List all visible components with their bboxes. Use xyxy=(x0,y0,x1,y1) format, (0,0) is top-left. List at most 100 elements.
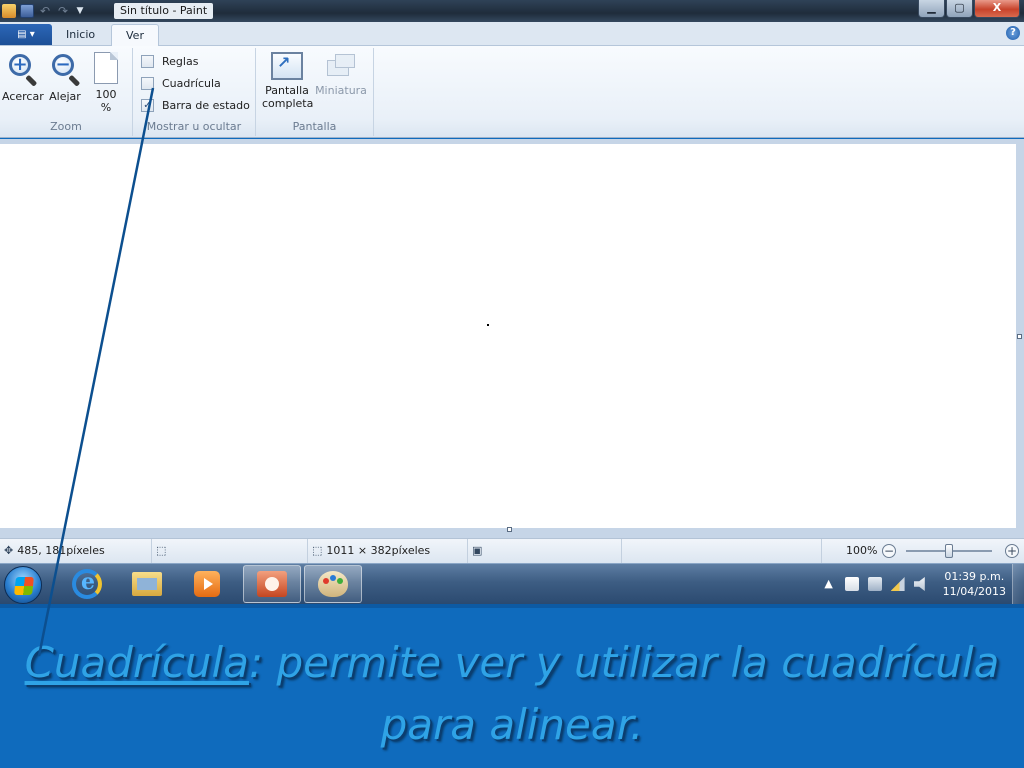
status-empty-panel xyxy=(622,539,822,563)
caption-separator: : xyxy=(248,638,264,687)
zoom-in-small-button[interactable]: + xyxy=(1005,544,1019,558)
group-show-hide: Reglas Cuadrícula ✓ Barra de estado Most… xyxy=(133,48,256,136)
zoom-out-button[interactable]: − Alejar xyxy=(46,52,84,103)
redo-icon[interactable]: ↷ xyxy=(56,4,70,18)
thumbnail-label: Miniatura xyxy=(315,84,367,97)
show-desktop-button[interactable] xyxy=(1012,564,1024,604)
status-selection-size: ⬚ xyxy=(152,539,308,563)
undo-icon[interactable]: ↶ xyxy=(38,4,52,18)
selection-size-icon: ⬚ xyxy=(156,544,167,557)
customize-dropdown-icon[interactable]: ▼ xyxy=(74,6,86,16)
network-icon[interactable] xyxy=(867,577,882,591)
zoom-level-text: 100% xyxy=(846,544,878,557)
group-screen: ↗ Pantalla completa Miniatura Pantalla xyxy=(256,48,374,136)
paint-app-icon[interactable] xyxy=(2,4,16,18)
status-file-size: ▣ xyxy=(468,539,622,563)
tab-inicio[interactable]: Inicio xyxy=(52,24,109,46)
clock-time: 01:39 p.m. xyxy=(944,570,1005,583)
minimize-button[interactable]: ▁ xyxy=(918,0,945,18)
window-controls: ▁ ▢ X xyxy=(918,0,1020,18)
taskbar-internet-explorer[interactable] xyxy=(58,565,116,603)
checkbox-cuadricula[interactable]: Cuadrícula xyxy=(141,77,221,90)
taskbar-powerpoint[interactable] xyxy=(243,565,301,603)
barra-de-estado-checkbox-box[interactable]: ✓ xyxy=(141,99,154,112)
actual-size-icon xyxy=(94,52,118,84)
slide-caption-area: Cuadrícula: permite ver y utilizar la cu… xyxy=(0,604,1024,768)
status-bar: ✥ 485, 181píxeles ⬚ ⬚ 1011 × 382píxeles ▣ … xyxy=(0,538,1024,563)
start-button[interactable] xyxy=(4,566,42,604)
file-size-icon: ▣ xyxy=(472,544,483,557)
volume-muted-icon[interactable] xyxy=(913,577,925,591)
taskbar-clock[interactable]: 01:39 p.m. 11/04/2013 xyxy=(943,569,1006,599)
actual-size-button[interactable]: 100 % xyxy=(90,52,122,114)
taskbar-media-player[interactable] xyxy=(178,565,236,603)
clock-date: 11/04/2013 xyxy=(942,585,1006,598)
tab-ver[interactable]: Ver xyxy=(111,24,159,46)
zoom-out-small-button[interactable]: − xyxy=(882,544,896,558)
ribbon-tab-row: ▤ ▾ Inicio Ver ? xyxy=(0,22,1024,46)
actual-size-label-line2: % xyxy=(100,101,112,114)
maximize-button[interactable]: ▢ xyxy=(946,0,973,18)
quick-access-toolbar: ↶ ↷ ▼ xyxy=(0,2,86,20)
save-icon[interactable] xyxy=(20,4,34,18)
window-titlebar[interactable]: ↶ ↷ ▼ Sin título - Paint ▁ ▢ X xyxy=(0,0,1024,22)
checkbox-reglas[interactable]: Reglas xyxy=(141,55,198,68)
windows-logo-icon xyxy=(14,577,34,595)
reglas-checkbox-box[interactable] xyxy=(141,55,154,68)
cursor-position-text: 485, 181píxeles xyxy=(17,544,105,557)
image-size-text: 1011 × 382píxeles xyxy=(326,544,431,557)
status-image-size: ⬚ 1011 × 382píxeles xyxy=(308,539,468,563)
help-icon[interactable]: ? xyxy=(1006,26,1020,40)
internet-explorer-icon xyxy=(72,569,102,599)
canvas-resize-handle-right[interactable] xyxy=(1017,334,1022,339)
caption-term: Cuadrícula xyxy=(24,638,249,687)
group-zoom-label: Zoom xyxy=(50,120,82,133)
thumbnail-icon xyxy=(325,52,357,80)
group-show-hide-label: Mostrar u ocultar xyxy=(146,120,242,133)
caption-description: permite ver y utilizar la cuadrícula par… xyxy=(263,638,1000,749)
window-title: Sin título - Paint xyxy=(114,3,214,19)
zoom-out-icon: − xyxy=(50,52,81,87)
group-screen-label: Pantalla xyxy=(292,120,337,133)
canvas-resize-handle-bottom[interactable] xyxy=(507,527,512,532)
paint-menu-button[interactable]: ▤ ▾ xyxy=(0,24,52,45)
fullscreen-label-line2: completa xyxy=(262,97,314,110)
actual-size-label-line1: 100 xyxy=(95,88,117,101)
image-size-icon: ⬚ xyxy=(312,544,323,557)
thumbnail-button[interactable]: Miniatura xyxy=(314,52,368,97)
canvas-pixel-dot xyxy=(487,324,489,326)
drawing-canvas[interactable] xyxy=(0,144,1016,528)
fullscreen-button[interactable]: ↗ Pantalla completa xyxy=(262,52,314,110)
zoom-slider-thumb[interactable] xyxy=(945,544,953,558)
group-zoom: + Acercar − Alejar 100 % Zoom xyxy=(0,48,133,136)
fullscreen-label-line1: Pantalla xyxy=(265,84,309,97)
slide-caption: Cuadrícula: permite ver y utilizar la cu… xyxy=(0,632,1024,756)
status-cursor-position: ✥ 485, 181píxeles xyxy=(0,539,152,563)
action-center-flag-icon[interactable] xyxy=(844,577,859,591)
signal-strength-icon[interactable] xyxy=(890,577,905,591)
cuadricula-checkbox-box[interactable] xyxy=(141,77,154,90)
reglas-label: Reglas xyxy=(162,55,199,68)
status-zoom: 100% − + xyxy=(822,539,1024,563)
cuadricula-label: Cuadrícula xyxy=(162,77,221,90)
show-hidden-icons-icon[interactable]: ▲ xyxy=(822,577,836,591)
fullscreen-icon: ↗ xyxy=(271,52,303,80)
barra-de-estado-label: Barra de estado xyxy=(162,99,250,112)
system-tray: ▲ 01:39 p.m. 11/04/2013 xyxy=(822,564,1008,604)
paint-palette-icon xyxy=(318,571,348,597)
taskbar-paint[interactable] xyxy=(304,565,362,603)
cursor-position-icon: ✥ xyxy=(4,544,14,557)
zoom-in-icon: + xyxy=(7,52,38,87)
zoom-out-label: Alejar xyxy=(49,90,81,103)
close-button[interactable]: X xyxy=(974,0,1020,18)
taskbar-windows-explorer[interactable] xyxy=(118,565,176,603)
taskbar: ▲ 01:39 p.m. 11/04/2013 xyxy=(0,563,1024,604)
folder-icon xyxy=(132,572,162,596)
ribbon-panel: + Acercar − Alejar 100 % Zoom Reglas Cua… xyxy=(0,46,1024,138)
media-player-icon xyxy=(194,571,220,597)
powerpoint-icon xyxy=(257,571,287,597)
checkbox-barra-de-estado[interactable]: ✓ Barra de estado xyxy=(141,99,250,112)
canvas-workspace[interactable] xyxy=(0,139,1024,538)
zoom-in-label: Acercar xyxy=(2,90,44,103)
zoom-in-button[interactable]: + Acercar xyxy=(2,52,44,103)
